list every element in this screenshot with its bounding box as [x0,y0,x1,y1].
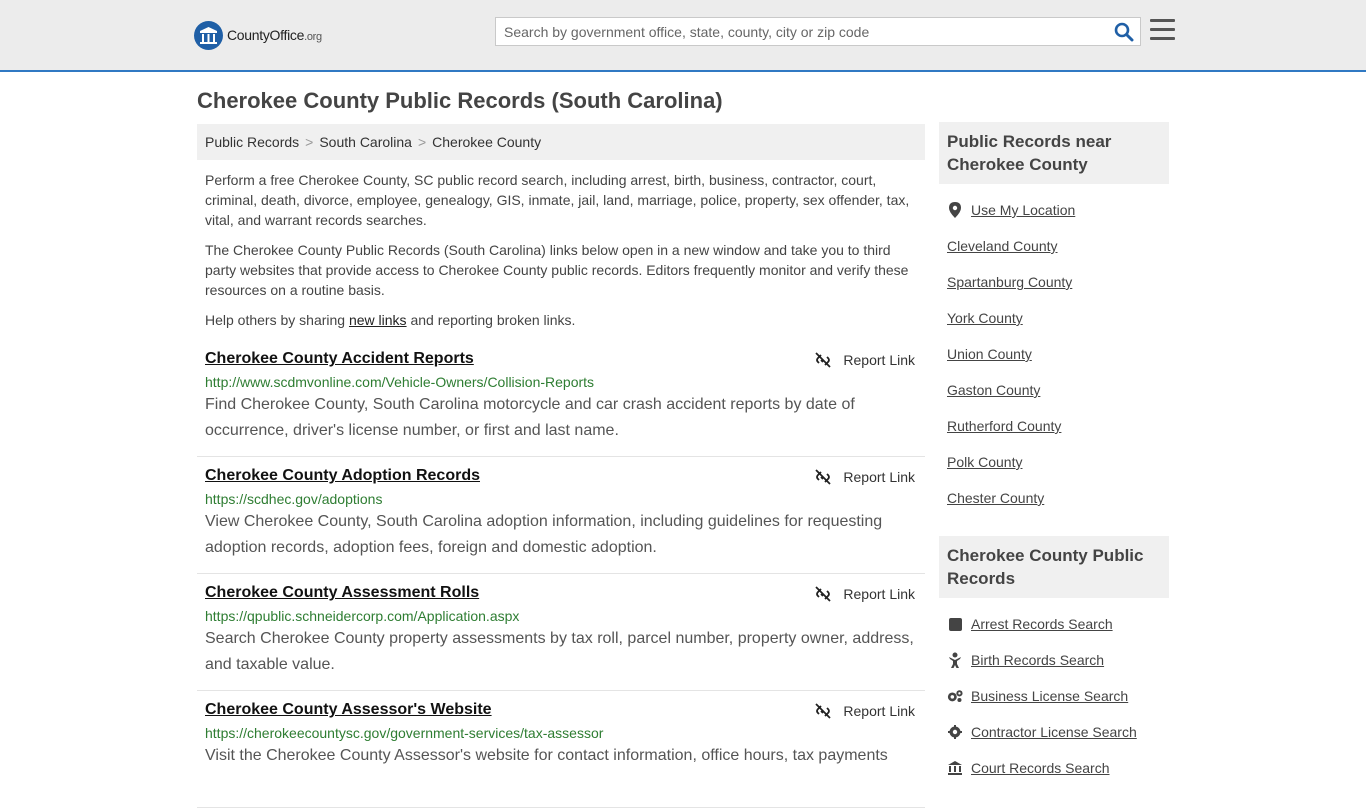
list-item: Arrest Records Search [947,606,1161,642]
record-description: Visit the Cherokee County Assessor's web… [205,747,888,764]
court-records-link[interactable]: Court Records Search [971,760,1110,776]
list-item: Chester County [947,480,1161,516]
list-item: Birth Records Search [947,642,1161,678]
report-link-label: Report Link [843,586,915,602]
record-description: Find Cherokee County, South Carolina mot… [205,396,855,439]
map-pin-icon [947,202,963,218]
list-item: Gaston County [947,372,1161,408]
record-title-link[interactable]: Cherokee County Assessment Rolls [205,584,479,602]
record-url: http://www.scdmvonline.com/Vehicle-Owner… [205,374,595,390]
list-item: Court Records Search [947,750,1161,786]
record-description: Search Cherokee County property assessme… [205,630,914,673]
contractor-license-link[interactable]: Contractor License Search [971,724,1137,740]
baby-icon [947,652,963,668]
breadcrumb-separator: > [305,134,314,150]
list-item: Polk County [947,444,1161,480]
breadcrumb-separator: > [417,134,427,150]
nearby-county-link[interactable]: Gaston County [947,382,1040,398]
list-item: Spartanburg County [947,264,1161,300]
report-link-button[interactable]: Report Link [815,703,915,719]
breadcrumb-public-records[interactable]: Public Records [205,134,299,150]
list-item: Use My Location [947,192,1161,228]
records-list: Cherokee County Accident Reports Report … [197,340,925,808]
report-link-label: Report Link [843,703,915,719]
logo-tld: .org [304,31,322,43]
record-url: https://cherokeecountysc.gov/government-… [205,725,604,741]
birth-records-link[interactable]: Birth Records Search [971,652,1104,668]
nearby-county-link[interactable]: Union County [947,346,1032,362]
sidebar: Public Records near Cherokee County Use … [939,122,1169,794]
search-icon[interactable] [1114,22,1134,42]
page-title: Cherokee County Public Records (South Ca… [197,88,723,113]
record-title-link[interactable]: Cherokee County Assessor's Website [205,701,492,719]
record-description: View Cherokee County, South Carolina ado… [205,513,883,556]
list-item: Union County [947,336,1161,372]
sidebar-near-heading: Public Records near Cherokee County [939,122,1169,184]
report-link-button[interactable]: Report Link [815,352,915,368]
gears-icon [947,689,963,703]
record-item: Cherokee County Assessment Rolls Report … [197,574,925,691]
broken-link-icon [815,352,832,368]
breadcrumb-county: Cherokee County [432,134,542,150]
broken-link-icon [815,703,832,719]
list-item: Contractor License Search [947,714,1161,750]
hamburger-menu-icon[interactable] [1150,19,1175,41]
site-logo[interactable]: CountyOffice.org [194,20,322,50]
courthouse-icon [947,761,963,775]
nearby-county-link[interactable]: Polk County [947,454,1022,470]
report-link-label: Report Link [843,469,915,485]
report-link-label: Report Link [843,352,915,368]
logo-main: CountyOffice [227,27,305,43]
record-item: Cherokee County Accident Reports Report … [197,340,925,457]
list-item: York County [947,300,1161,336]
record-item: Cherokee County Assessor's Website Repor… [197,691,925,808]
nearby-county-link[interactable]: Rutherford County [947,418,1061,434]
record-search-list: Arrest Records Search Birth Records Sear… [939,598,1169,794]
nearby-county-link[interactable]: Chester County [947,490,1044,506]
list-item: Business License Search [947,678,1161,714]
logo-emblem-icon [194,20,223,50]
broken-link-icon [815,469,832,485]
report-link-button[interactable]: Report Link [815,586,915,602]
nearby-county-list: Use My Location Cleveland County Spartan… [939,184,1169,524]
record-title-link[interactable]: Cherokee County Accident Reports [205,350,474,368]
record-url: https://scdhec.gov/adoptions [205,491,383,507]
logo-text: CountyOffice.org [227,27,322,43]
breadcrumb-state[interactable]: South Carolina [319,134,412,150]
top-bar: CountyOffice.org [0,0,1366,72]
gear-icon [947,725,963,739]
business-license-link[interactable]: Business License Search [971,688,1128,704]
intro-text: Perform a free Cherokee County, SC publi… [205,170,917,340]
list-item: Rutherford County [947,408,1161,444]
search-box [495,17,1141,46]
intro-paragraph-3: Help others by sharing new links and rep… [205,312,576,328]
record-url: https://qpublic.schneidercorp.com/Applic… [205,608,520,624]
nearby-county-link[interactable]: Cleveland County [947,238,1058,254]
intro-paragraph-2: The Cherokee County Public Records (Sout… [205,242,909,298]
new-links-link[interactable]: new links [349,312,407,328]
breadcrumb: Public Records > South Carolina > Cherokee C… [197,124,925,160]
report-link-button[interactable]: Report Link [815,469,915,485]
square-icon [947,617,963,631]
arrest-records-link[interactable]: Arrest Records Search [971,616,1113,632]
sidebar-records-heading: Cherokee County Public Records [939,536,1169,598]
search-input[interactable] [496,18,1106,45]
record-item: Cherokee County Adoption Records Report … [197,457,925,574]
broken-link-icon [815,586,832,602]
intro-paragraph-1: Perform a free Cherokee County, SC publi… [205,172,910,228]
record-title-link[interactable]: Cherokee County Adoption Records [205,467,480,485]
nearby-county-link[interactable]: York County [947,310,1023,326]
list-item: Cleveland County [947,228,1161,264]
use-my-location-link[interactable]: Use My Location [971,202,1075,218]
nearby-county-link[interactable]: Spartanburg County [947,274,1072,290]
